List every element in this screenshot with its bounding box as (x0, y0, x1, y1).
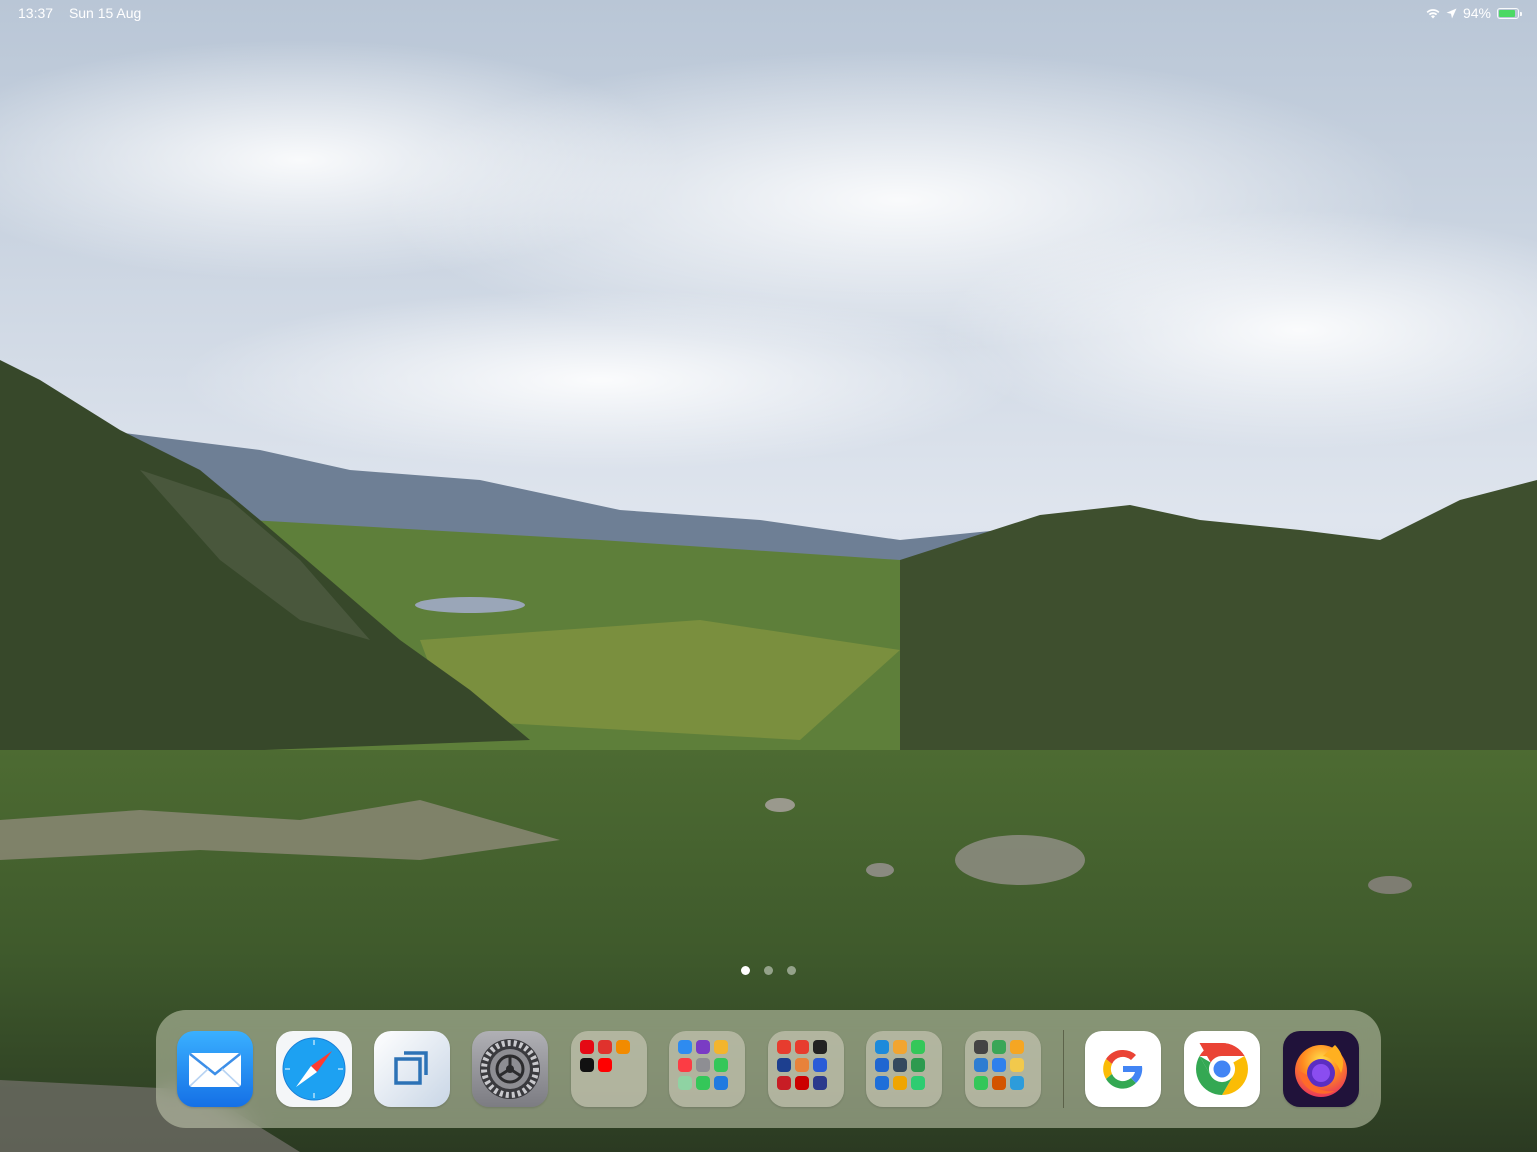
folder-mini-app-icon (911, 1040, 925, 1054)
settings-app-icon[interactable] (472, 1031, 548, 1107)
page-dot-3[interactable] (787, 966, 796, 975)
folder-mini-app-icon (795, 1058, 809, 1072)
folder-grid (875, 1040, 933, 1098)
dock (156, 1010, 1381, 1128)
folder-mini-app-icon (678, 1058, 692, 1072)
folder-mini-app-icon (696, 1076, 710, 1090)
folder-mini-app-icon (1010, 1058, 1024, 1072)
folder-mini-app-icon (974, 1076, 988, 1090)
folder-mini-app-icon (696, 1058, 710, 1072)
folder-mini-app-icon (795, 1040, 809, 1054)
games-folder[interactable] (965, 1031, 1041, 1107)
page-dot-2[interactable] (764, 966, 773, 975)
folder-mini-app-icon (893, 1058, 907, 1072)
status-date: Sun 15 Aug (68, 5, 142, 21)
folder-mini-app-icon (875, 1076, 889, 1090)
envelope-icon (189, 1053, 241, 1087)
battery-charging-icon (1497, 7, 1522, 19)
folder-mini-app-icon (616, 1040, 630, 1054)
folder-mini-app-icon (813, 1040, 827, 1054)
folder-mini-app-icon (893, 1076, 907, 1090)
news-folder[interactable] (768, 1031, 844, 1107)
square-arrow-icon (394, 1051, 428, 1085)
folder-mini-app-icon (992, 1058, 1006, 1072)
folder-grid (580, 1040, 638, 1098)
folder-mini-app-icon (1010, 1076, 1024, 1090)
page-indicator[interactable] (0, 966, 1537, 975)
folder-mini-app-icon (893, 1040, 907, 1054)
folder-mini-app-icon (875, 1058, 889, 1072)
location-icon (1446, 8, 1457, 18)
folder-mini-app-icon (911, 1076, 925, 1090)
wifi-icon (1426, 8, 1440, 18)
folder-mini-app-icon (777, 1040, 791, 1054)
google-app-icon[interactable] (1085, 1031, 1161, 1107)
battery-level-fill (1499, 9, 1515, 17)
folder-mini-app-icon (974, 1040, 988, 1054)
safari-app-icon[interactable] (276, 1031, 352, 1107)
folder-mini-app-icon (580, 1040, 594, 1054)
mail-app-icon[interactable] (177, 1031, 253, 1107)
status-time: 13:37 (18, 5, 54, 21)
folder-mini-app-icon (777, 1058, 791, 1072)
folder-mini-app-icon (795, 1076, 809, 1090)
firefox-icon (1295, 1045, 1347, 1097)
folder-mini-app-icon (678, 1040, 692, 1054)
folder-mini-app-icon (696, 1040, 710, 1054)
folder-mini-app-icon (992, 1076, 1006, 1090)
firefox-app-icon[interactable] (1283, 1031, 1359, 1107)
chrome-app-icon[interactable] (1184, 1031, 1260, 1107)
folder-mini-app-icon (777, 1076, 791, 1090)
wallpaper (0, 0, 1537, 1152)
google-g-icon (1103, 1049, 1143, 1089)
battery-percent: 94% (1462, 5, 1491, 21)
status-bar: 13:37 Sun 15 Aug 94% (0, 0, 1537, 28)
folder-grid (678, 1040, 736, 1098)
folder-mini-app-icon (1010, 1040, 1024, 1054)
chrome-icon (1196, 1043, 1248, 1095)
folder-mini-app-icon (911, 1058, 925, 1072)
utilities-folder[interactable] (669, 1031, 745, 1107)
folder-mini-app-icon (875, 1040, 889, 1054)
folder-grid (974, 1040, 1032, 1098)
folder-mini-app-icon (813, 1076, 827, 1090)
folder-mini-app-icon (714, 1040, 728, 1054)
folder-grid (777, 1040, 835, 1098)
folder-mini-app-icon (580, 1058, 594, 1072)
screen-app-icon[interactable] (374, 1031, 450, 1107)
page-dot-1[interactable] (741, 966, 750, 975)
gear-icon (480, 1039, 540, 1099)
folder-mini-app-icon (598, 1040, 612, 1054)
entertainment-folder[interactable] (571, 1031, 647, 1107)
folder-mini-app-icon (974, 1058, 988, 1072)
folder-mini-app-icon (598, 1058, 612, 1072)
folder-mini-app-icon (714, 1076, 728, 1090)
folder-mini-app-icon (813, 1058, 827, 1072)
folder-mini-app-icon (714, 1058, 728, 1072)
folder-mini-app-icon (678, 1076, 692, 1090)
tools-folder[interactable] (866, 1031, 942, 1107)
folder-mini-app-icon (992, 1040, 1006, 1054)
dock-divider (1063, 1030, 1064, 1108)
compass-icon (282, 1037, 346, 1101)
